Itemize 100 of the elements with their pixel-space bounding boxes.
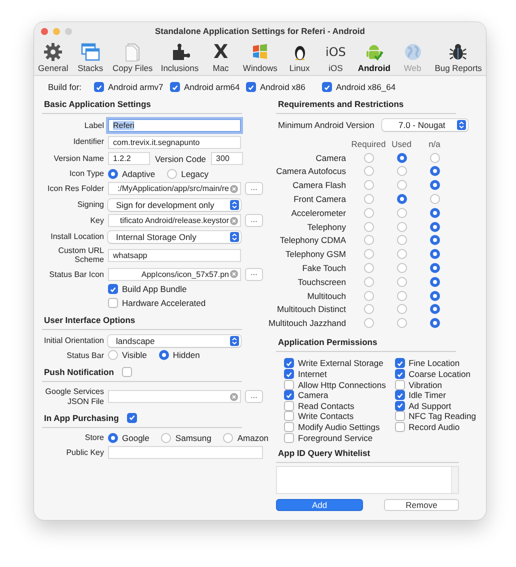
browse-button[interactable]: ...	[245, 214, 263, 227]
radio-label: Google	[122, 432, 150, 443]
checkbox-label: Android x86	[260, 82, 306, 92]
feature-label: Camera Flash	[292, 180, 346, 190]
section-heading: Requirements and Restrictions	[278, 99, 404, 109]
checkbox-label: Foreground Service	[298, 432, 373, 443]
field-label: Icon Type	[68, 168, 104, 178]
text-field[interactable]: com.trevix.it.segnapunto	[108, 136, 241, 148]
checkbox-label: Allow Http Connections	[298, 380, 386, 390]
toolbar-button[interactable]: Copy Files	[110, 42, 155, 73]
window-title: Standalone Application Settings for Referi - Android	[155, 26, 365, 36]
feature-label: Telephony GSM	[286, 249, 346, 260]
field-label: Build for:	[48, 82, 83, 92]
column-header: Required	[351, 138, 386, 149]
checkbox-label: Camera	[298, 390, 328, 400]
checkbox-label: Android x86_64	[336, 82, 396, 92]
feature-label: Multitouch	[307, 290, 346, 301]
text-field[interactable]: whatsapp	[108, 248, 241, 262]
path-field[interactable]: :/MyApplication/app/src/main/re	[108, 182, 241, 195]
checkbox-label: Record Audio	[408, 422, 460, 432]
checkbox-label: NFC Tag Reading	[408, 411, 476, 422]
feature-label: Front Camera	[294, 194, 346, 204]
checkbox-label: Idle Timer	[408, 390, 446, 400]
browse-button[interactable]: ...	[245, 182, 263, 195]
column-header: n/a	[428, 138, 440, 149]
checkbox-label: Modify Audio Settings	[298, 422, 380, 432]
section-heading: In App Purchasing	[44, 412, 119, 423]
radio-label: Samsung	[175, 432, 212, 443]
section-heading: Basic Application Settings	[44, 99, 151, 109]
field-label: Status Bar Icon	[48, 270, 104, 279]
field-label: Custom URL Scheme	[57, 246, 104, 264]
browse-button[interactable]: ...	[245, 390, 263, 404]
text-field[interactable]: 1.2.2	[108, 152, 150, 165]
feature-label: Telephony	[307, 222, 346, 232]
dropdown[interactable]: landscape	[108, 334, 241, 347]
checkbox-label: Build App Bundle	[122, 284, 187, 294]
checkbox-label: Internet	[298, 369, 327, 380]
field-label: Initial Orientation	[42, 336, 104, 346]
section-heading: User Interface Options	[44, 314, 136, 325]
field-label: Store	[84, 433, 104, 442]
toolbar-button[interactable]: iOS iOS	[320, 42, 352, 73]
feature-label: Accelerometer	[291, 208, 346, 218]
toolbar-button[interactable]: Inclusions	[158, 42, 201, 73]
section-heading: Push Notification	[44, 367, 114, 378]
feature-label: Multitouch Distinct	[277, 304, 346, 314]
radio-label: Adaptive	[122, 168, 156, 178]
checkbox-label: Vibration	[408, 380, 442, 390]
field-label: Icon Res Folder	[46, 184, 104, 194]
text-field[interactable]: 300	[211, 152, 244, 165]
section-heading: Application Permissions	[278, 337, 378, 348]
field-label: Signing	[76, 200, 104, 210]
field-label: Public Key	[65, 448, 104, 458]
field-label: Install Location	[50, 232, 104, 242]
remove-button[interactable]: Remove	[384, 498, 459, 511]
field-label: Version Code	[155, 154, 206, 164]
logo-icon: iOS	[325, 42, 346, 62]
text-field[interactable]: Referi	[108, 119, 241, 132]
toolbar-button[interactable]: Android	[356, 42, 392, 73]
feature-label: Multitouch Jazzhand	[268, 318, 346, 328]
field-label: Label	[83, 120, 104, 130]
toolbar-button[interactable]: Windows	[240, 42, 280, 73]
checkbox-label: Android armv7	[108, 82, 164, 92]
checkbox-label: Ad Support	[408, 400, 452, 411]
toolbar-button[interactable]: Linux	[284, 42, 316, 73]
toolbar-button[interactable]: General	[36, 42, 70, 73]
toolbar-button[interactable]: X Mac	[204, 42, 237, 73]
logo-icon: X	[213, 42, 228, 62]
radio-label: Legacy	[181, 168, 209, 178]
feature-label: Camera Autofocus	[276, 166, 346, 176]
add-button[interactable]: Add	[276, 498, 363, 511]
field-label: Version Name	[52, 154, 104, 164]
browse-button[interactable]: ...	[245, 268, 263, 281]
checkbox-label: Write External Storage	[298, 358, 384, 368]
toolbar-button[interactable]: Stacks	[74, 42, 106, 73]
field-label: Minimum Android Version	[278, 120, 374, 130]
radio-label: Amazon	[237, 432, 269, 443]
dropdown[interactable]: Internal Storage Only	[108, 230, 241, 242]
column-header: Used	[392, 138, 412, 149]
field-label: Google Services JSON File	[44, 387, 104, 406]
radio-label: Hidden	[172, 350, 200, 360]
feature-label: Camera	[316, 152, 346, 163]
path-field[interactable]: AppIcons/icon_57x57.pn	[108, 268, 241, 281]
dropdown[interactable]: 7.0 - Nougat	[382, 119, 468, 131]
dropdown[interactable]: Sign for development only	[108, 198, 241, 210]
field-label: Status Bar	[66, 350, 104, 360]
toolbar-button[interactable]: Bug Reports	[432, 42, 484, 73]
path-field[interactable]: tificato Android/release.keystor	[108, 214, 241, 227]
checkbox-label: Write Contacts	[298, 411, 354, 422]
feature-label: Fake Touch	[302, 263, 346, 274]
feature-label: Touchscreen	[298, 276, 346, 287]
checkbox-label: Fine Location	[408, 358, 460, 368]
field-label: Key	[89, 216, 104, 226]
checkbox-label: Android arm64	[184, 82, 240, 92]
checkbox-label: Hardware Accelerated	[122, 298, 206, 308]
radio-label: Visible	[122, 350, 147, 360]
checkbox-label: Coarse Location	[408, 369, 470, 380]
section-heading: App ID Query Whitelist	[278, 448, 370, 458]
field-label: Identifier	[72, 137, 104, 147]
feature-label: Telephony CDMA	[280, 235, 346, 246]
checkbox-label: Read Contacts	[298, 400, 354, 411]
